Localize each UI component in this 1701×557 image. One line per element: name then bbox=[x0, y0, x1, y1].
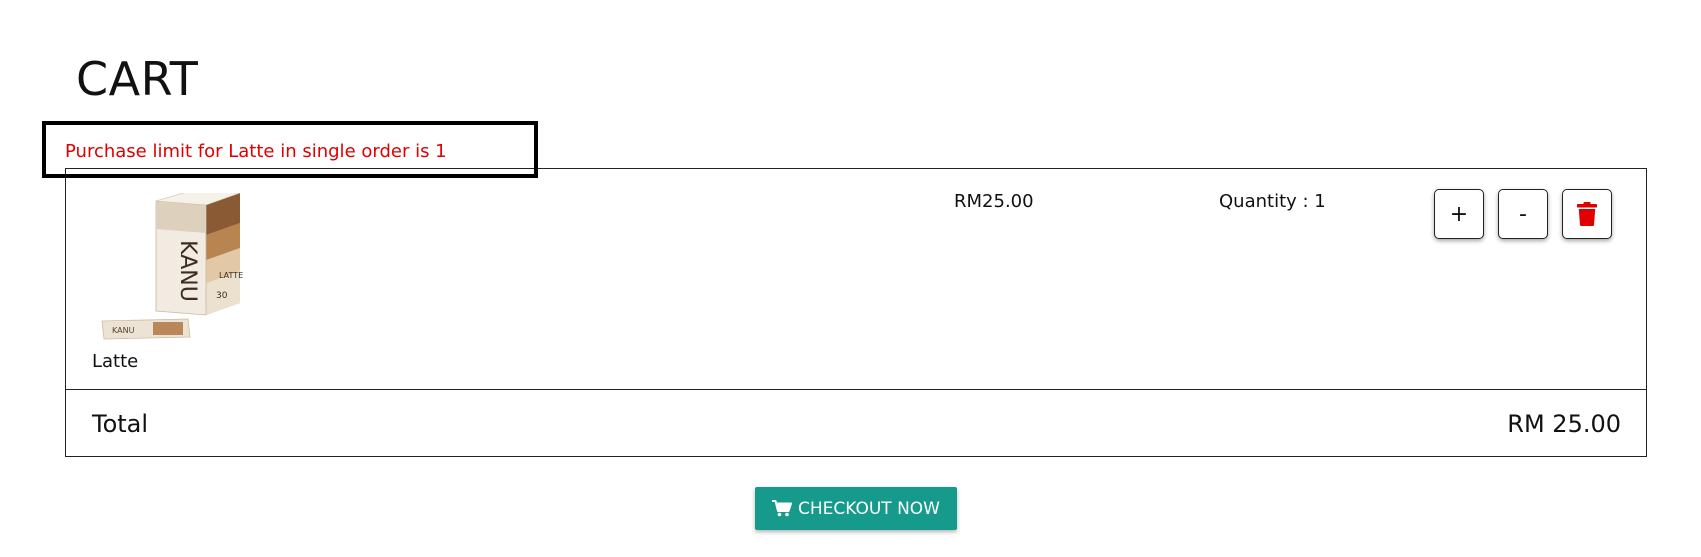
svg-text:KANU: KANU bbox=[175, 240, 200, 302]
svg-text:LATTE: LATTE bbox=[219, 271, 243, 280]
decrease-quantity-button[interactable]: - bbox=[1498, 189, 1548, 239]
trash-icon bbox=[1577, 202, 1597, 226]
shopping-cart-icon bbox=[771, 500, 792, 517]
product-name: Latte bbox=[92, 351, 139, 372]
product-image: KANU LATTE 30 KANU bbox=[101, 193, 243, 340]
checkout-button[interactable]: CHECKOUT NOW bbox=[755, 487, 957, 530]
checkout-label: CHECKOUT NOW bbox=[797, 498, 940, 519]
product-quantity: Quantity : 1 bbox=[1219, 191, 1326, 212]
page-title: CART bbox=[76, 52, 199, 106]
cart-page: CART KANU LATTE 30 KANU Latte RM25.00 Qu… bbox=[0, 0, 1701, 557]
total-value: RM 25.00 bbox=[1507, 410, 1621, 438]
purchase-limit-error-message: Purchase limit for Latte in single order… bbox=[65, 141, 447, 162]
increase-quantity-button[interactable]: + bbox=[1434, 189, 1484, 239]
cart-item-row: KANU LATTE 30 KANU Latte RM25.00 Quantit… bbox=[66, 169, 1646, 390]
delete-item-button[interactable] bbox=[1562, 189, 1612, 239]
svg-text:KANU: KANU bbox=[112, 326, 135, 335]
total-label: Total bbox=[92, 410, 149, 438]
cart-container: KANU LATTE 30 KANU Latte RM25.00 Quantit… bbox=[65, 168, 1647, 457]
svg-text:30: 30 bbox=[216, 291, 228, 301]
product-price: RM25.00 bbox=[954, 191, 1034, 212]
cart-total-row: Total RM 25.00 bbox=[66, 390, 1646, 457]
